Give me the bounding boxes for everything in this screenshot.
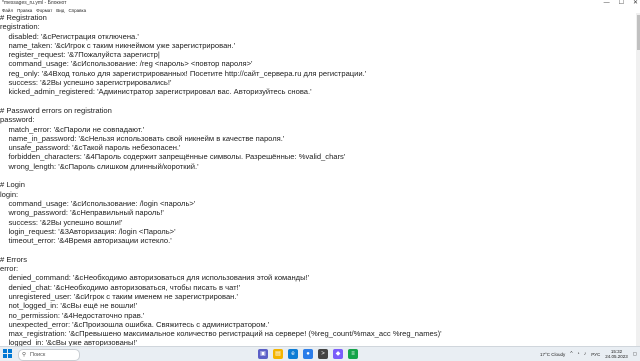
text-line: login_request: '&3Авторизация: /login <П… [0, 226, 176, 236]
text-line: unsafe_password: '&cТакой пароль небезоп… [0, 143, 181, 153]
tray-icons: ^ ◔ ♪ [570, 351, 586, 357]
text-line: name_in_password: '&cНельзя использовать… [0, 133, 285, 143]
terminal-icon[interactable]: > [318, 349, 328, 359]
notifications-icon[interactable]: ▢ [633, 351, 637, 357]
text-line: error: [0, 264, 19, 274]
scrollbar-thumb[interactable] [636, 15, 640, 50]
text-line: command_usage: '&cИспользование: /login … [0, 198, 196, 208]
window-controls: — ☐ ✕ [604, 0, 638, 7]
text-line [0, 97, 636, 106]
window-title: *messages_ru.yml - Блокнот [2, 0, 67, 6]
text-line: login: [0, 189, 19, 199]
text-line: wrong_password: '&cНеправильный пароль!' [0, 208, 164, 218]
search-icon: ⚲ [22, 352, 27, 358]
text-line: no_permission: '&4Недостаточно прав.' [0, 310, 145, 320]
text-line: unexpected_error: '&cПроизошла ошибка. С… [0, 319, 270, 329]
text-line: # Registration [0, 13, 47, 22]
text-line: forbidden_characters: '&4Пароль содержит… [0, 152, 346, 162]
text-line: success: '&2Вы успешно вошли!' [0, 217, 123, 227]
notepad-icon[interactable]: ≡ [348, 349, 358, 359]
text-line: # Password errors on registration [0, 105, 112, 115]
text-line: logged_in: '&cВы уже авторизованы!' [0, 338, 138, 346]
file-explorer-icon[interactable]: ▤ [273, 349, 283, 359]
taskbar: ⚲ Поиск ▣ ▤ e ● > ◆ ≡ 17°C Cloudy ^ ◔ ♪ … [0, 346, 640, 361]
text-line: reg_only: '&4Вход только для зарегистрир… [0, 68, 367, 78]
volume-icon[interactable]: ♪ [584, 351, 587, 357]
text-line: unregistered_user: '&cИгрок с таким имен… [0, 291, 238, 301]
windows-start-icon[interactable] [3, 349, 12, 358]
language-indicator[interactable]: РУС [591, 352, 600, 357]
text-line: name_taken: '&cИгрок с таким никнеймом у… [0, 40, 236, 50]
search-placeholder: Поиск [30, 352, 46, 358]
app-icon[interactable]: ◆ [333, 349, 343, 359]
text-editor-area[interactable]: # Registration registration: disabled: '&… [0, 13, 636, 346]
clock[interactable]: 15:32 24.05.2023 [605, 349, 628, 359]
text-line [0, 245, 636, 254]
text-line: # Errors [0, 254, 28, 264]
taskbar-apps: ▣ ▤ e ● > ◆ ≡ [258, 349, 358, 359]
clock-date: 24.05.2023 [605, 354, 628, 359]
task-view-icon[interactable]: ▣ [258, 349, 268, 359]
system-tray: 17°C Cloudy ^ ◔ ♪ РУС 15:32 24.05.2023 ▢ [540, 348, 637, 360]
text-line: # Login [0, 180, 25, 190]
text-line: password: [0, 115, 35, 125]
close-button[interactable]: ✕ [633, 0, 638, 7]
text-line: denied_command: '&cНеобходимо авторизова… [0, 273, 310, 283]
text-line: not_logged_in: '&cВы ещё не вошли!' [0, 301, 138, 311]
vertical-scrollbar[interactable] [636, 13, 640, 346]
chevron-up-icon[interactable]: ^ [570, 351, 572, 357]
text-line: register_request: '&7Пожалуйста зарегист… [0, 50, 160, 60]
maximize-button[interactable]: ☐ [619, 0, 624, 7]
text-line: command_usage: '&cИспользование: /reg <п… [0, 59, 253, 69]
edge-browser-icon[interactable]: e [288, 349, 298, 359]
text-line: timeout_error: '&4Время авторизации исте… [0, 236, 172, 246]
title-bar: *messages_ru.yml - Блокнот — ☐ ✕ [0, 0, 640, 7]
text-line: kicked_admin_registered: 'Администратор … [0, 87, 312, 97]
text-line: success: '&2Вы успешно зарегистрировалис… [0, 78, 172, 88]
text-line: wrong_length: '&cПароль слишком длинный/… [0, 161, 199, 171]
network-icon[interactable]: ◔ [577, 351, 580, 357]
text-line: disabled: '&cРегистрация отключена.' [0, 31, 139, 41]
minimize-button[interactable]: — [604, 0, 610, 7]
text-line [0, 171, 636, 180]
chrome-icon[interactable]: ● [303, 349, 313, 359]
text-line: denied_chat: '&cНеобходимо авторизоватьс… [0, 282, 241, 292]
text-line: registration: [0, 22, 40, 32]
text-line: match_error: '&cПароли не совпадают.' [0, 124, 145, 134]
taskbar-search[interactable]: ⚲ Поиск [18, 349, 80, 361]
weather-widget[interactable]: 17°C Cloudy [540, 352, 565, 357]
text-line: max_registration: '&cПревышено максималь… [0, 329, 442, 339]
